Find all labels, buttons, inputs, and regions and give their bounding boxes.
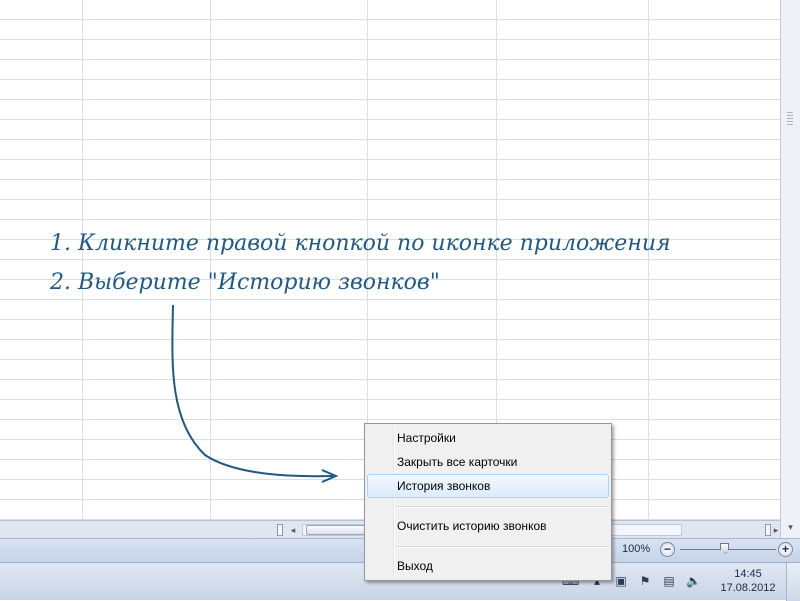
menu-item-clear-call-history[interactable]: Очистить историю звонков xyxy=(367,514,609,538)
volume-icon[interactable]: 🔈 xyxy=(686,574,701,588)
menu-item-close-all-cards[interactable]: Закрыть все карточки xyxy=(367,450,609,474)
zoom-level-label[interactable]: 100% xyxy=(622,543,650,555)
menu-item-settings[interactable]: Настройки xyxy=(367,426,609,450)
sheet-split-handle[interactable] xyxy=(277,524,283,536)
vertical-scroll-thumb[interactable] xyxy=(787,112,793,126)
show-desktop-button[interactable] xyxy=(786,563,800,601)
tray-context-menu: Настройки Закрыть все карточки История з… xyxy=(364,423,612,581)
monitor-icon[interactable]: ▣ xyxy=(614,574,628,588)
system-clock[interactable]: 14:45 17.08.2012 xyxy=(716,567,780,595)
zoom-out-button[interactable]: − xyxy=(660,542,675,557)
clock-time: 14:45 xyxy=(734,568,762,580)
clock-date: 17.08.2012 xyxy=(720,582,776,594)
scroll-down-arrow-icon[interactable]: ▾ xyxy=(783,520,798,535)
scroll-left-arrow-icon[interactable]: ◂ xyxy=(286,523,300,537)
zoom-in-button[interactable]: + xyxy=(778,542,793,557)
menu-separator xyxy=(395,506,609,508)
menu-separator xyxy=(395,546,609,548)
flag-icon[interactable]: ⚑ xyxy=(638,574,652,588)
network-icon[interactable]: ▤ xyxy=(662,574,676,588)
menu-item-call-history[interactable]: История звонков xyxy=(367,474,609,498)
horizontal-split-handle[interactable] xyxy=(765,524,771,536)
zoom-slider-knob[interactable] xyxy=(720,543,729,554)
scroll-right-arrow-icon[interactable]: ▸ xyxy=(772,523,780,537)
vertical-scrollbar[interactable]: ▾ xyxy=(780,0,800,538)
menu-item-exit[interactable]: Выход xyxy=(367,554,609,578)
